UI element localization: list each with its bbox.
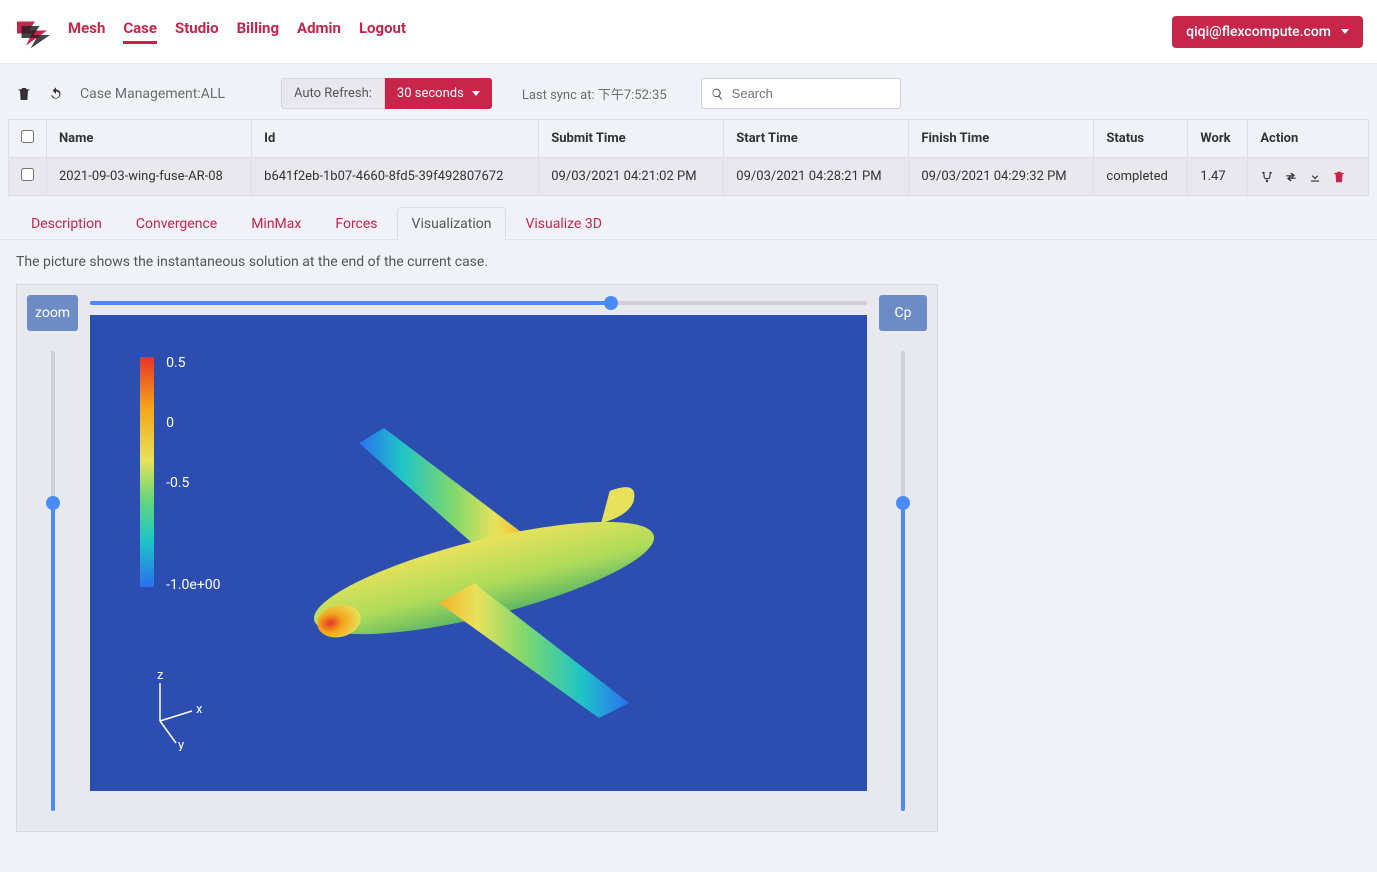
case-table-wrap: Name Id Submit Time Start Time Finish Ti… (0, 119, 1377, 196)
search-icon (711, 87, 724, 100)
tab-visualize-3d[interactable]: Visualize 3D (510, 207, 616, 240)
col-start: Start Time (724, 120, 909, 158)
svg-text:z: z (157, 671, 164, 683)
viz-caption: The picture shows the instantaneous solu… (0, 240, 1377, 284)
user-email: qiqi@flexcompute.com (1186, 24, 1331, 40)
zoom-column: zoom (27, 295, 78, 821)
nav-link-admin[interactable]: Admin (297, 19, 341, 44)
search-wrap (701, 78, 901, 109)
cell-start: 09/03/2021 04:28:21 PM (724, 158, 909, 196)
nav-links: Mesh Case Studio Billing Admin Logout (68, 19, 406, 44)
last-sync: Last sync at: 下午7:52:35 (522, 84, 667, 103)
delete-icon[interactable] (1332, 170, 1346, 184)
retry-icon[interactable] (1284, 170, 1298, 184)
tab-description[interactable]: Description (16, 207, 117, 240)
auto-refresh-label: Auto Refresh: (281, 78, 385, 109)
cell-id: b641f2eb-1b07-4660-8fd5-39f492807672 (252, 158, 539, 196)
nav-link-studio[interactable]: Studio (175, 19, 219, 44)
cell-work: 1.47 (1188, 158, 1248, 196)
case-table: Name Id Submit Time Start Time Finish Ti… (8, 119, 1369, 196)
col-work: Work (1188, 120, 1248, 158)
svg-text:y: y (178, 738, 184, 751)
cell-name: 2021-09-03-wing-fuse-AR-08 (47, 158, 252, 196)
cp-column: Cp (879, 295, 927, 821)
zoom-button[interactable]: zoom (27, 295, 78, 331)
col-action: Action (1248, 120, 1369, 158)
table-row: 2021-09-03-wing-fuse-AR-08b641f2eb-1b07-… (9, 158, 1369, 196)
row-checkbox[interactable] (21, 168, 34, 181)
cell-submit: 09/03/2021 04:21:02 PM (539, 158, 724, 196)
col-name: Name (47, 120, 252, 158)
nav-link-mesh[interactable]: Mesh (68, 19, 105, 44)
cp-button[interactable]: Cp (879, 295, 927, 331)
aircraft-render (239, 383, 719, 743)
zoom-slider[interactable] (51, 351, 55, 811)
svg-text:x: x (196, 702, 203, 717)
fork-icon[interactable] (1260, 170, 1274, 184)
nav-link-logout[interactable]: Logout (359, 19, 406, 44)
search-input[interactable] (701, 78, 901, 109)
nav-link-billing[interactable]: Billing (237, 19, 279, 44)
cell-actions (1248, 158, 1369, 196)
table-header-row: Name Id Submit Time Start Time Finish Ti… (9, 120, 1369, 158)
colorbar-min: -1.0e+00 (166, 577, 220, 593)
detail-tabs: DescriptionConvergenceMinMaxForcesVisual… (0, 196, 1377, 240)
toolbar: Case Management:ALL Auto Refresh: 30 sec… (0, 64, 1377, 119)
colorbar (140, 357, 154, 587)
tab-forces[interactable]: Forces (320, 207, 392, 240)
cell-status: completed (1094, 158, 1188, 196)
cell-finish: 09/03/2021 04:29:32 PM (909, 158, 1094, 196)
col-status: Status (1094, 120, 1188, 158)
tab-minmax[interactable]: MinMax (236, 207, 316, 240)
auto-refresh-select[interactable]: 30 seconds (385, 78, 492, 109)
auto-refresh-group: Auto Refresh: 30 seconds (281, 78, 492, 109)
page-title: Case Management:ALL (80, 86, 225, 102)
col-finish: Finish Time (909, 120, 1094, 158)
horizontal-slider[interactable] (90, 301, 867, 305)
col-submit: Submit Time (539, 120, 724, 158)
download-icon[interactable] (1308, 170, 1322, 184)
visualization-panel: zoom 0.5 0 -0.5 -1.0e+00 z (16, 284, 938, 832)
colorbar-labels: 0.5 0 -0.5 (166, 355, 189, 491)
viz-center: 0.5 0 -0.5 -1.0e+00 z x y (90, 295, 867, 821)
top-nav: Mesh Case Studio Billing Admin Logout qiqi@fl… (0, 0, 1377, 64)
refresh-icon[interactable] (48, 86, 64, 102)
tab-convergence[interactable]: Convergence (121, 207, 232, 240)
col-id: Id (252, 120, 539, 158)
axis-triad-icon: z x y (140, 671, 210, 751)
cp-slider[interactable] (901, 351, 905, 811)
user-menu[interactable]: qiqi@flexcompute.com (1172, 16, 1363, 48)
tab-visualization[interactable]: Visualization (397, 207, 507, 240)
nav-link-case[interactable]: Case (123, 19, 157, 44)
select-all-checkbox[interactable] (21, 130, 34, 143)
logo-icon (14, 14, 50, 50)
trash-icon[interactable] (16, 86, 32, 102)
viz-canvas[interactable]: 0.5 0 -0.5 -1.0e+00 z x y (90, 315, 867, 791)
